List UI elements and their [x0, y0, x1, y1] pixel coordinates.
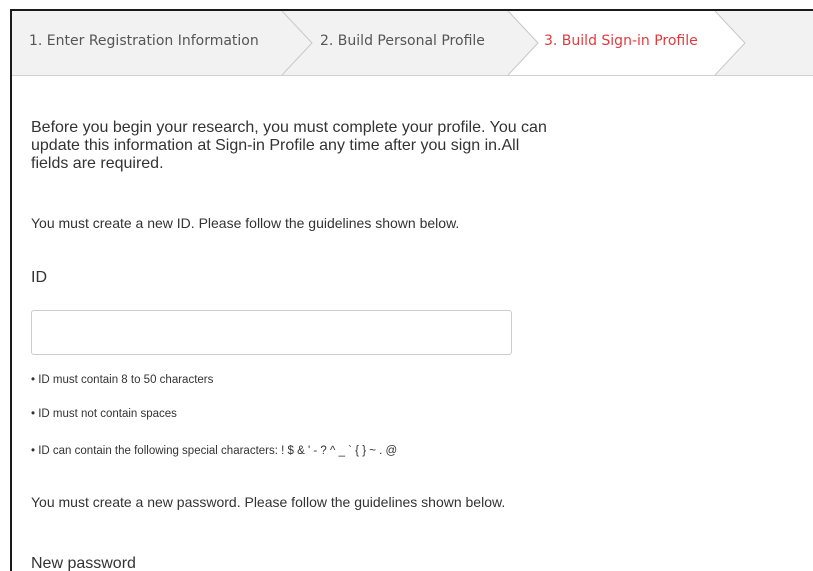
- id-rule-no-spaces: • ID must not contain spaces: [31, 408, 177, 420]
- id-rule-length: • ID must contain 8 to 50 characters: [31, 374, 214, 386]
- progress-steps-bar: 1. Enter Registration Information 2. Bui…: [12, 11, 813, 76]
- step-2-build-personal-profile[interactable]: 2. Build Personal Profile: [320, 31, 485, 51]
- id-rule-special-characters: • ID can contain the following special c…: [31, 445, 398, 457]
- registration-frame: 1. Enter Registration Information 2. Bui…: [10, 9, 813, 571]
- step-3-build-sign-in-profile[interactable]: 3. Build Sign-in Profile: [544, 31, 698, 51]
- id-label: ID: [31, 269, 47, 286]
- new-password-label: New password: [31, 555, 136, 571]
- id-guideline-note: You must create a new ID. Please follow …: [31, 215, 460, 231]
- id-input[interactable]: [31, 310, 512, 355]
- chevron-step-1: [281, 11, 313, 75]
- step-1-enter-registration[interactable]: 1. Enter Registration Information: [29, 31, 259, 51]
- intro-text: Before you begin your research, you must…: [31, 119, 547, 172]
- password-guideline-note: You must create a new password. Please f…: [31, 494, 506, 510]
